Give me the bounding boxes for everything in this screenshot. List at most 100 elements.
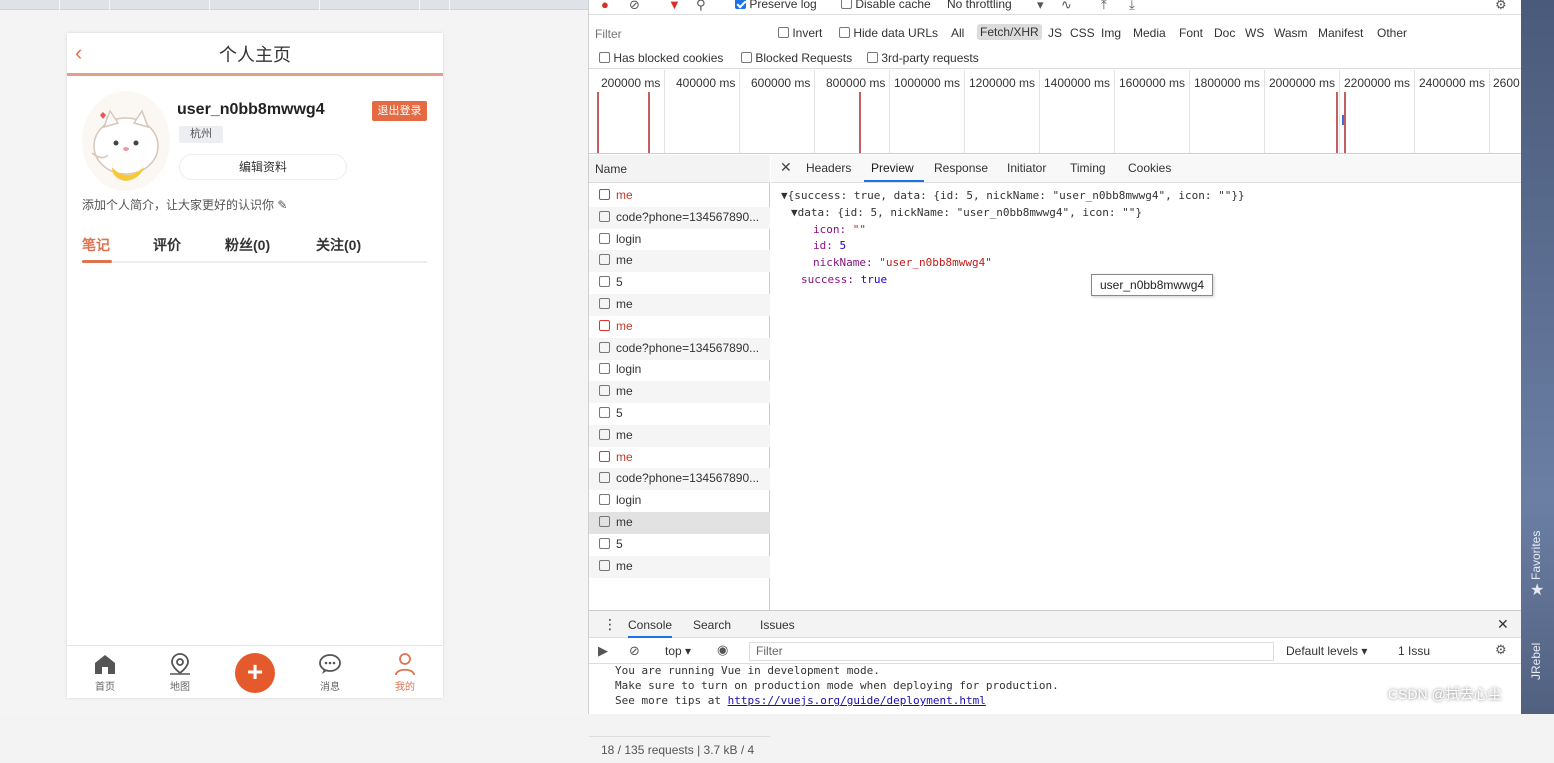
page-header: ‹ 个人主页 <box>67 33 443 76</box>
json-root-line[interactable]: ▼{success: true, data: {id: 5, nickName:… <box>781 189 1245 202</box>
close-drawer-icon[interactable]: ✕ <box>1497 616 1509 633</box>
invert-toggle[interactable]: Invert <box>778 26 822 40</box>
sidebar-toggle-icon[interactable]: ▶ <box>598 643 608 659</box>
logout-button[interactable]: 退出登录 <box>372 101 427 121</box>
request-row[interactable]: me <box>589 381 770 404</box>
type-filter-doc[interactable]: Doc <box>1214 26 1235 40</box>
disable-cache-toggle[interactable]: Disable cache <box>841 0 931 11</box>
has-blocked-cookies-checkbox[interactable] <box>599 52 610 63</box>
hide-data-urls-checkbox[interactable] <box>839 27 850 38</box>
type-filter-all[interactable]: All <box>951 26 964 40</box>
request-row[interactable]: code?phone=134567890... <box>589 468 770 491</box>
request-row[interactable]: code?phone=134567890... <box>589 337 770 360</box>
type-filter-wasm[interactable]: Wasm <box>1274 26 1308 40</box>
request-row[interactable]: login <box>589 359 770 381</box>
request-row[interactable]: me <box>589 316 770 338</box>
tab-cookies[interactable]: Cookies <box>1128 161 1171 175</box>
type-filter-fetch-xhr[interactable]: Fetch/XHR <box>977 24 1042 40</box>
tab-headers[interactable]: Headers <box>806 161 851 175</box>
type-filter-media[interactable]: Media <box>1133 26 1166 40</box>
blocked-requests-toggle[interactable]: Blocked Requests <box>741 51 852 65</box>
name-column-header[interactable]: Name <box>589 155 770 183</box>
tab-notes[interactable]: 笔记 <box>82 235 110 255</box>
tab-preview[interactable]: Preview <box>871 161 914 175</box>
clear-console-icon[interactable]: ⊘ <box>629 643 640 659</box>
nav-map[interactable]: 地图 <box>155 652 205 693</box>
jrebel-tab[interactable]: JRebel <box>1529 643 1543 680</box>
console-settings-icon[interactable]: ⚙ <box>1495 642 1507 658</box>
request-row[interactable]: code?phone=134567890... <box>589 206 770 229</box>
tab-response[interactable]: Response <box>934 161 988 175</box>
preserve-log-checkbox[interactable] <box>735 0 746 9</box>
type-filter-other[interactable]: Other <box>1377 26 1407 40</box>
avatar[interactable] <box>82 91 170 191</box>
request-row[interactable]: me <box>589 185 770 207</box>
request-row[interactable]: me <box>589 512 770 534</box>
settings-gear-icon[interactable]: ⚙ <box>1495 0 1507 13</box>
type-filter-font[interactable]: Font <box>1179 26 1203 40</box>
preserve-log-toggle[interactable]: Preserve log <box>735 0 817 11</box>
tab-fans[interactable]: 粉丝(0) <box>225 235 270 255</box>
request-row[interactable]: login <box>589 229 770 251</box>
search-icon[interactable]: ⚲ <box>696 0 706 13</box>
clear-icon[interactable]: ⊘ <box>629 0 640 13</box>
drawer-menu-icon[interactable]: ⋮ <box>603 616 617 633</box>
request-row[interactable]: me <box>589 294 770 316</box>
request-row[interactable]: login <box>589 490 770 512</box>
type-filter-manifest[interactable]: Manifest <box>1318 26 1363 40</box>
console-link[interactable]: https://vuejs.org/guide/deployment.html <box>728 694 986 707</box>
profile-intro[interactable]: 添加个人简介，让大家更好的认识你 ✎ <box>82 196 287 213</box>
request-row[interactable]: me <box>589 555 770 578</box>
disable-cache-checkbox[interactable] <box>841 0 852 9</box>
network-overview-timeline[interactable]: 200000 ms 400000 ms 600000 ms 800000 ms … <box>589 70 1522 154</box>
request-row[interactable]: 5 <box>589 272 770 294</box>
favorites-tab[interactable]: Favorites <box>1529 531 1543 580</box>
has-blocked-cookies-toggle[interactable]: Has blocked cookies <box>599 51 723 65</box>
tab-console[interactable]: Console <box>628 618 673 638</box>
dropdown-arrow-icon[interactable]: ▾ <box>1037 0 1044 13</box>
third-party-toggle[interactable]: 3rd-party requests <box>867 51 979 65</box>
nav-messages[interactable]: 消息 <box>305 652 355 693</box>
tab-following[interactable]: 关注(0) <box>316 235 361 255</box>
issues-badge[interactable]: 1 Issu <box>1398 644 1430 658</box>
request-row[interactable]: me <box>589 447 770 469</box>
eye-icon[interactable]: ◉ <box>717 642 728 658</box>
request-row[interactable]: me <box>589 250 770 273</box>
tab-initiator[interactable]: Initiator <box>1007 161 1046 175</box>
record-icon[interactable]: ● <box>601 0 609 12</box>
default-levels-select[interactable]: Default levels ▾ <box>1286 644 1367 658</box>
hide-data-urls-toggle[interactable]: Hide data URLs <box>839 26 938 40</box>
import-har-icon[interactable]: ⤒ <box>1101 0 1107 13</box>
nav-home[interactable]: 首页 <box>80 652 130 693</box>
blocked-requests-checkbox[interactable] <box>741 52 752 63</box>
close-detail-icon[interactable]: ✕ <box>780 159 792 176</box>
tab-timing[interactable]: Timing <box>1070 161 1106 175</box>
context-select[interactable]: top ▾ <box>665 644 691 658</box>
invert-checkbox[interactable] <box>778 27 789 38</box>
request-row[interactable]: 5 <box>589 534 770 556</box>
type-filter-ws[interactable]: WS <box>1245 26 1264 40</box>
request-name: login <box>616 362 642 377</box>
type-filter-img[interactable]: Img <box>1101 26 1121 40</box>
export-har-icon[interactable]: ⤓ <box>1129 0 1135 13</box>
type-filter-css[interactable]: CSS <box>1070 26 1095 40</box>
type-filter-js[interactable]: JS <box>1048 26 1062 40</box>
request-row[interactable]: me <box>589 424 770 447</box>
third-party-checkbox[interactable] <box>867 52 878 63</box>
tab-issues[interactable]: Issues <box>760 618 795 632</box>
json-data-line[interactable]: ▼data: {id: 5, nickName: "user_n0bb8mwwg… <box>791 206 1142 219</box>
tab-search[interactable]: Search <box>693 618 731 632</box>
json-nickname-row: nickName: "user_n0bb8mwwg4" <box>813 256 992 269</box>
filter-funnel-icon[interactable]: ▼ <box>668 0 681 12</box>
network-conditions-icon[interactable]: ∿ <box>1061 0 1072 13</box>
nav-mine[interactable]: 我的 <box>380 652 430 693</box>
throttling-select[interactable]: No throttling <box>947 0 1012 11</box>
add-post-button[interactable]: + <box>235 653 275 693</box>
network-filter-input[interactable] <box>595 24 761 44</box>
edit-profile-button[interactable]: 编辑资料 <box>179 154 347 180</box>
request-row[interactable]: 5 <box>589 403 770 425</box>
console-filter-input[interactable]: Filter <box>749 642 1274 661</box>
timeline-request-bar <box>1336 92 1338 153</box>
request-name: code?phone=134567890... <box>616 340 760 355</box>
tab-reviews[interactable]: 评价 <box>153 235 181 255</box>
